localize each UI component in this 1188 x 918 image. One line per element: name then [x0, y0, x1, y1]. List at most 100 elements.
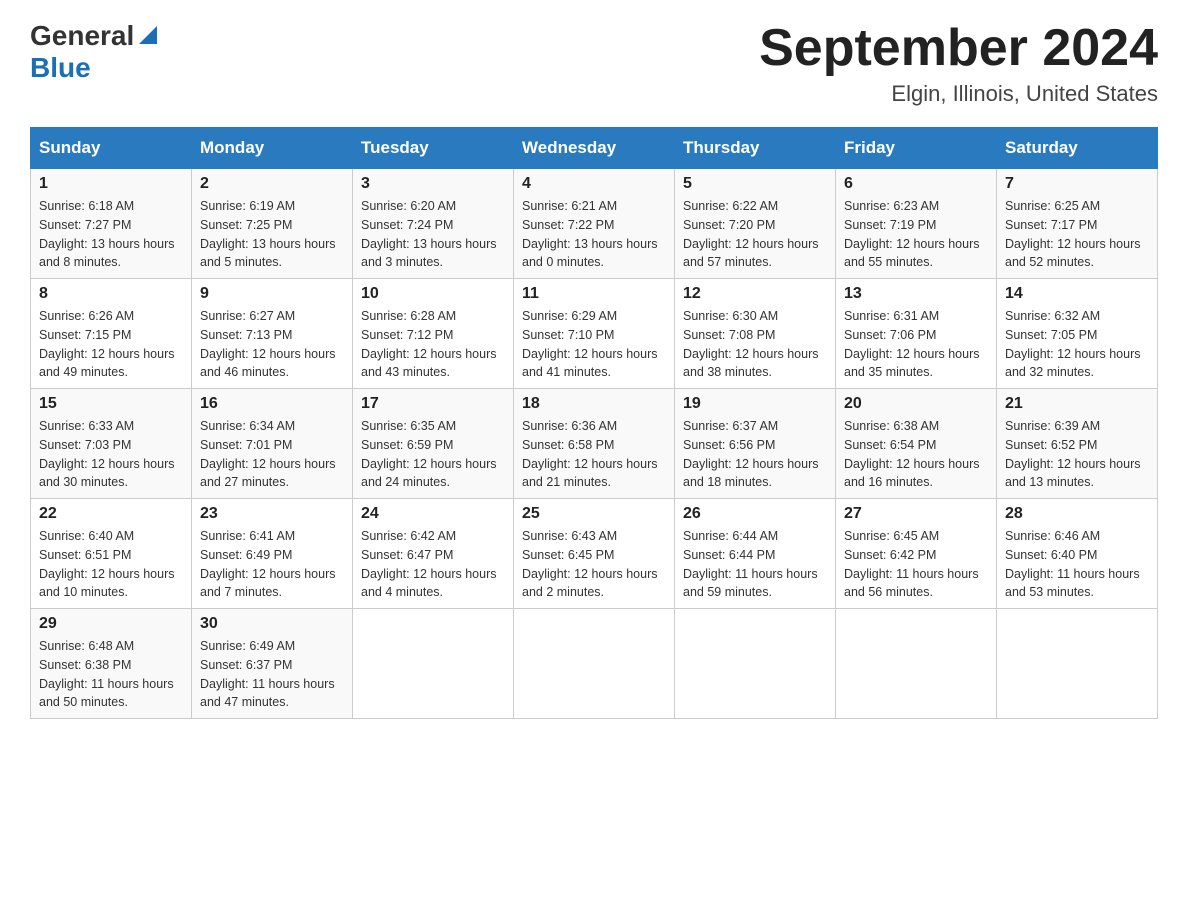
day-info: Sunrise: 6:46 AMSunset: 6:40 PMDaylight:…	[1005, 529, 1140, 599]
day-number: 5	[683, 175, 827, 193]
day-number: 2	[200, 175, 344, 193]
day-number: 24	[361, 505, 505, 523]
calendar-table: Sunday Monday Tuesday Wednesday Thursday…	[30, 127, 1158, 719]
calendar-cell: 17 Sunrise: 6:35 AMSunset: 6:59 PMDaylig…	[353, 389, 514, 499]
day-info: Sunrise: 6:27 AMSunset: 7:13 PMDaylight:…	[200, 309, 336, 379]
calendar-cell	[675, 609, 836, 719]
day-info: Sunrise: 6:25 AMSunset: 7:17 PMDaylight:…	[1005, 199, 1141, 269]
day-info: Sunrise: 6:34 AMSunset: 7:01 PMDaylight:…	[200, 419, 336, 489]
calendar-cell	[353, 609, 514, 719]
day-info: Sunrise: 6:31 AMSunset: 7:06 PMDaylight:…	[844, 309, 980, 379]
calendar-cell: 9 Sunrise: 6:27 AMSunset: 7:13 PMDayligh…	[192, 279, 353, 389]
day-info: Sunrise: 6:42 AMSunset: 6:47 PMDaylight:…	[361, 529, 497, 599]
day-number: 15	[39, 395, 183, 413]
day-number: 18	[522, 395, 666, 413]
day-info: Sunrise: 6:22 AMSunset: 7:20 PMDaylight:…	[683, 199, 819, 269]
day-number: 9	[200, 285, 344, 303]
day-number: 28	[1005, 505, 1149, 523]
day-info: Sunrise: 6:45 AMSunset: 6:42 PMDaylight:…	[844, 529, 979, 599]
day-info: Sunrise: 6:33 AMSunset: 7:03 PMDaylight:…	[39, 419, 175, 489]
logo-triangle-icon	[137, 24, 159, 51]
calendar-week-1: 1 Sunrise: 6:18 AMSunset: 7:27 PMDayligh…	[31, 169, 1158, 279]
day-number: 19	[683, 395, 827, 413]
day-number: 26	[683, 505, 827, 523]
calendar-cell: 29 Sunrise: 6:48 AMSunset: 6:38 PMDaylig…	[31, 609, 192, 719]
day-info: Sunrise: 6:39 AMSunset: 6:52 PMDaylight:…	[1005, 419, 1141, 489]
calendar-week-4: 22 Sunrise: 6:40 AMSunset: 6:51 PMDaylig…	[31, 499, 1158, 609]
logo: General Blue	[30, 20, 159, 84]
day-number: 8	[39, 285, 183, 303]
col-thursday: Thursday	[675, 128, 836, 169]
day-number: 25	[522, 505, 666, 523]
day-number: 1	[39, 175, 183, 193]
day-number: 7	[1005, 175, 1149, 193]
calendar-cell: 2 Sunrise: 6:19 AMSunset: 7:25 PMDayligh…	[192, 169, 353, 279]
calendar-cell: 21 Sunrise: 6:39 AMSunset: 6:52 PMDaylig…	[997, 389, 1158, 499]
logo-blue-text: Blue	[30, 52, 91, 83]
calendar-cell	[836, 609, 997, 719]
calendar-week-2: 8 Sunrise: 6:26 AMSunset: 7:15 PMDayligh…	[31, 279, 1158, 389]
calendar-cell: 20 Sunrise: 6:38 AMSunset: 6:54 PMDaylig…	[836, 389, 997, 499]
day-info: Sunrise: 6:35 AMSunset: 6:59 PMDaylight:…	[361, 419, 497, 489]
calendar-cell: 3 Sunrise: 6:20 AMSunset: 7:24 PMDayligh…	[353, 169, 514, 279]
calendar-cell	[997, 609, 1158, 719]
calendar-cell: 16 Sunrise: 6:34 AMSunset: 7:01 PMDaylig…	[192, 389, 353, 499]
calendar-title-area: September 2024 Elgin, Illinois, United S…	[759, 20, 1158, 107]
day-number: 10	[361, 285, 505, 303]
day-info: Sunrise: 6:19 AMSunset: 7:25 PMDaylight:…	[200, 199, 336, 269]
calendar-cell: 24 Sunrise: 6:42 AMSunset: 6:47 PMDaylig…	[353, 499, 514, 609]
day-info: Sunrise: 6:21 AMSunset: 7:22 PMDaylight:…	[522, 199, 658, 269]
calendar-cell: 7 Sunrise: 6:25 AMSunset: 7:17 PMDayligh…	[997, 169, 1158, 279]
day-info: Sunrise: 6:18 AMSunset: 7:27 PMDaylight:…	[39, 199, 175, 269]
calendar-cell: 10 Sunrise: 6:28 AMSunset: 7:12 PMDaylig…	[353, 279, 514, 389]
calendar-cell: 5 Sunrise: 6:22 AMSunset: 7:20 PMDayligh…	[675, 169, 836, 279]
day-info: Sunrise: 6:36 AMSunset: 6:58 PMDaylight:…	[522, 419, 658, 489]
calendar-cell: 11 Sunrise: 6:29 AMSunset: 7:10 PMDaylig…	[514, 279, 675, 389]
day-info: Sunrise: 6:30 AMSunset: 7:08 PMDaylight:…	[683, 309, 819, 379]
day-info: Sunrise: 6:40 AMSunset: 6:51 PMDaylight:…	[39, 529, 175, 599]
calendar-cell: 8 Sunrise: 6:26 AMSunset: 7:15 PMDayligh…	[31, 279, 192, 389]
calendar-cell: 14 Sunrise: 6:32 AMSunset: 7:05 PMDaylig…	[997, 279, 1158, 389]
calendar-cell: 1 Sunrise: 6:18 AMSunset: 7:27 PMDayligh…	[31, 169, 192, 279]
day-number: 12	[683, 285, 827, 303]
calendar-week-3: 15 Sunrise: 6:33 AMSunset: 7:03 PMDaylig…	[31, 389, 1158, 499]
day-number: 11	[522, 285, 666, 303]
calendar-cell: 15 Sunrise: 6:33 AMSunset: 7:03 PMDaylig…	[31, 389, 192, 499]
calendar-body: 1 Sunrise: 6:18 AMSunset: 7:27 PMDayligh…	[31, 169, 1158, 719]
day-info: Sunrise: 6:37 AMSunset: 6:56 PMDaylight:…	[683, 419, 819, 489]
calendar-cell	[514, 609, 675, 719]
day-number: 16	[200, 395, 344, 413]
day-number: 27	[844, 505, 988, 523]
day-info: Sunrise: 6:20 AMSunset: 7:24 PMDaylight:…	[361, 199, 497, 269]
day-info: Sunrise: 6:28 AMSunset: 7:12 PMDaylight:…	[361, 309, 497, 379]
page-header: General Blue September 2024 Elgin, Illin…	[30, 20, 1158, 107]
day-info: Sunrise: 6:41 AMSunset: 6:49 PMDaylight:…	[200, 529, 336, 599]
calendar-cell: 22 Sunrise: 6:40 AMSunset: 6:51 PMDaylig…	[31, 499, 192, 609]
calendar-cell: 6 Sunrise: 6:23 AMSunset: 7:19 PMDayligh…	[836, 169, 997, 279]
day-number: 3	[361, 175, 505, 193]
day-info: Sunrise: 6:49 AMSunset: 6:37 PMDaylight:…	[200, 639, 335, 709]
day-number: 17	[361, 395, 505, 413]
day-info: Sunrise: 6:44 AMSunset: 6:44 PMDaylight:…	[683, 529, 818, 599]
day-number: 30	[200, 615, 344, 633]
calendar-cell: 27 Sunrise: 6:45 AMSunset: 6:42 PMDaylig…	[836, 499, 997, 609]
calendar-cell: 4 Sunrise: 6:21 AMSunset: 7:22 PMDayligh…	[514, 169, 675, 279]
col-wednesday: Wednesday	[514, 128, 675, 169]
day-number: 21	[1005, 395, 1149, 413]
logo-general-text: General	[30, 20, 134, 52]
calendar-cell: 12 Sunrise: 6:30 AMSunset: 7:08 PMDaylig…	[675, 279, 836, 389]
calendar-cell: 19 Sunrise: 6:37 AMSunset: 6:56 PMDaylig…	[675, 389, 836, 499]
day-info: Sunrise: 6:48 AMSunset: 6:38 PMDaylight:…	[39, 639, 174, 709]
col-tuesday: Tuesday	[353, 128, 514, 169]
calendar-header-row: Sunday Monday Tuesday Wednesday Thursday…	[31, 128, 1158, 169]
calendar-week-5: 29 Sunrise: 6:48 AMSunset: 6:38 PMDaylig…	[31, 609, 1158, 719]
day-info: Sunrise: 6:43 AMSunset: 6:45 PMDaylight:…	[522, 529, 658, 599]
calendar-subtitle: Elgin, Illinois, United States	[759, 81, 1158, 107]
col-saturday: Saturday	[997, 128, 1158, 169]
col-friday: Friday	[836, 128, 997, 169]
calendar-cell: 26 Sunrise: 6:44 AMSunset: 6:44 PMDaylig…	[675, 499, 836, 609]
day-number: 22	[39, 505, 183, 523]
day-number: 14	[1005, 285, 1149, 303]
calendar-title: September 2024	[759, 20, 1158, 77]
day-info: Sunrise: 6:38 AMSunset: 6:54 PMDaylight:…	[844, 419, 980, 489]
